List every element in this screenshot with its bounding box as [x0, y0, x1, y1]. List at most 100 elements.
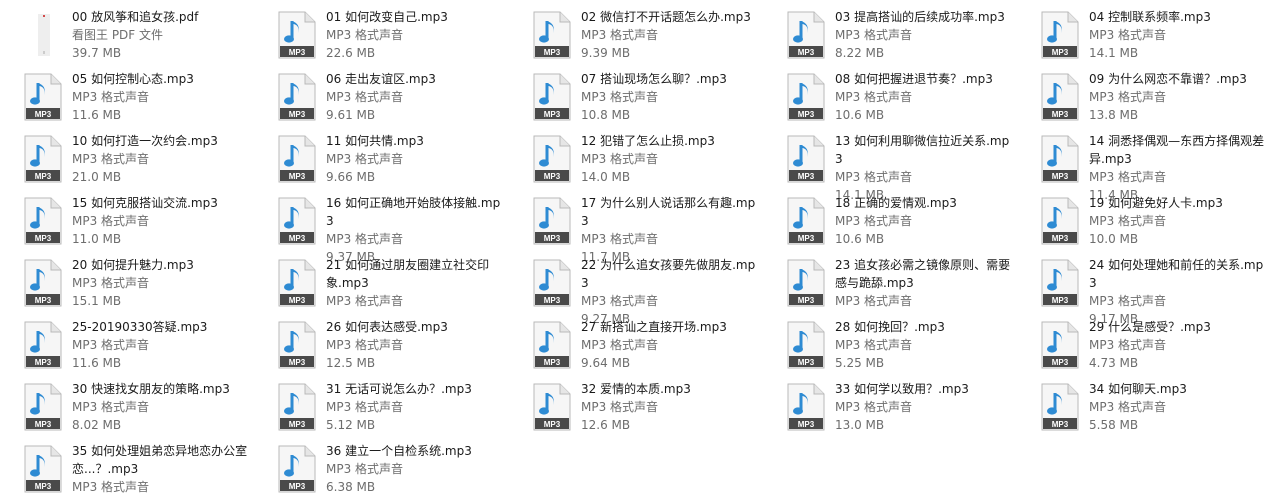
file-item[interactable]: MP3 17 为什么别人说话那么有趣.mp3 MP3 格式声音 11.7 MB [509, 194, 759, 264]
file-item[interactable]: MP3 24 如何处理她和前任的关系.mp3 MP3 格式声音 9.17 MB [1017, 256, 1267, 326]
file-type: MP3 格式声音 [326, 90, 404, 104]
file-meta: 32 爱情的本质.mp3 MP3 格式声音 12.6 MB [581, 380, 757, 434]
file-meta: 01 如何改变自己.mp3 MP3 格式声音 22.6 MB [326, 8, 502, 62]
mp3-file-icon: MP3 [787, 259, 825, 307]
file-item[interactable]: MP3 32 爱情的本质.mp3 MP3 格式声音 12.6 MB [509, 380, 759, 438]
file-size: 5.12 MB [326, 418, 376, 432]
file-meta: 09 为什么网恋不靠谱？.mp3 MP3 格式声音 13.8 MB [1089, 70, 1265, 124]
file-type: MP3 格式声音 [326, 28, 404, 42]
mp3-file-icon: MP3 [1041, 321, 1079, 369]
mp3-file-icon: MP3 [278, 135, 316, 183]
file-meta: 23 追女孩必需之镜像原则、需要感与跪舔.mp3 MP3 格式声音 [835, 256, 1011, 310]
file-size: 4.73 MB [1089, 356, 1139, 370]
file-type: MP3 格式声音 [581, 294, 659, 308]
file-size: 10.6 MB [835, 108, 885, 122]
file-item[interactable]: MP3 22 为什么追女孩要先做朋友.mp3 MP3 格式声音 9.27 MB [509, 256, 759, 326]
file-item[interactable]: MP3 05 如何控制心态.mp3 MP3 格式声音 11.6 MB [0, 70, 250, 128]
file-item[interactable]: MP3 34 如何聊天.mp3 MP3 格式声音 5.58 MB [1017, 380, 1267, 438]
svg-text:MP3: MP3 [35, 234, 52, 243]
file-size: 21.0 MB [72, 170, 122, 184]
file-item[interactable]: MP3 13 如何利用聊微信拉近关系.mp3 MP3 格式声音 14.1 MB [763, 132, 1013, 202]
file-type: MP3 格式声音 [1089, 338, 1167, 352]
file-item[interactable]: MP3 16 如何正确地开始肢体接触.mp3 MP3 格式声音 9.37 MB [254, 194, 504, 264]
file-item[interactable]: MP3 02 微信打不开话题怎么办.mp3 MP3 格式声音 9.39 MB [509, 8, 759, 66]
file-item[interactable]: MP3 29 什么是感受？.mp3 MP3 格式声音 4.73 MB [1017, 318, 1267, 376]
svg-text:MP3: MP3 [289, 172, 306, 181]
svg-text:MP3: MP3 [289, 482, 306, 491]
file-name: 36 建立一个自检系统.mp3 [326, 444, 472, 458]
file-item[interactable]: MP3 26 如何表达感受.mp3 MP3 格式声音 12.5 MB [254, 318, 504, 376]
mp3-file-icon: MP3 [278, 73, 316, 121]
file-item[interactable]: MP3 28 如何挽回？.mp3 MP3 格式声音 5.25 MB [763, 318, 1013, 376]
file-size: 11.0 MB [72, 232, 122, 246]
mp3-file-icon: MP3 [278, 197, 316, 245]
file-item[interactable]: 00 放风筝和追女孩.pdf 看图王 PDF 文件 39.7 MB [0, 8, 250, 66]
file-meta: 10 如何打造一次约会.mp3 MP3 格式声音 21.0 MB [72, 132, 248, 186]
svg-text:MP3: MP3 [544, 172, 561, 181]
file-meta: 34 如何聊天.mp3 MP3 格式声音 5.58 MB [1089, 380, 1265, 434]
file-meta: 02 微信打不开话题怎么办.mp3 MP3 格式声音 9.39 MB [581, 8, 757, 62]
file-name: 10 如何打造一次约会.mp3 [72, 134, 218, 148]
file-item[interactable]: MP3 08 如何把握进退节奏？.mp3 MP3 格式声音 10.6 MB [763, 70, 1013, 128]
file-item[interactable]: MP3 03 提高搭讪的后续成功率.mp3 MP3 格式声音 8.22 MB [763, 8, 1013, 66]
mp3-file-icon: MP3 [1041, 135, 1079, 183]
svg-text:MP3: MP3 [289, 358, 306, 367]
svg-text:MP3: MP3 [1052, 172, 1069, 181]
svg-text:MP3: MP3 [289, 234, 306, 243]
file-type: MP3 格式声音 [835, 170, 913, 184]
file-size: 5.25 MB [835, 356, 885, 370]
mp3-file-icon: MP3 [1041, 383, 1079, 431]
file-item[interactable]: MP3 15 如何克服搭讪交流.mp3 MP3 格式声音 11.0 MB [0, 194, 250, 252]
file-type: MP3 格式声音 [72, 400, 150, 414]
file-item[interactable]: MP3 31 无话可说怎么办？.mp3 MP3 格式声音 5.12 MB [254, 380, 504, 438]
mp3-file-icon: MP3 [24, 135, 62, 183]
file-item[interactable]: MP3 11 如何共情.mp3 MP3 格式声音 9.66 MB [254, 132, 504, 190]
file-item[interactable]: MP3 35 如何处理姐弟恋异地恋办公室恋...？.mp3 MP3 格式声音 [0, 442, 250, 500]
file-item[interactable]: MP3 01 如何改变自己.mp3 MP3 格式声音 22.6 MB [254, 8, 504, 66]
svg-text:MP3: MP3 [1052, 48, 1069, 57]
file-meta: 36 建立一个自检系统.mp3 MP3 格式声音 6.38 MB [326, 442, 502, 496]
file-item[interactable]: MP3 06 走出友谊区.mp3 MP3 格式声音 9.61 MB [254, 70, 504, 128]
file-size: 8.02 MB [72, 418, 122, 432]
file-item[interactable]: MP3 21 如何通过朋友圈建立社交印象.mp3 MP3 格式声音 [254, 256, 504, 314]
file-size: 8.22 MB [835, 46, 885, 60]
file-item[interactable]: MP3 18 正确的爱情观.mp3 MP3 格式声音 10.6 MB [763, 194, 1013, 252]
file-type: MP3 格式声音 [1089, 28, 1167, 42]
svg-text:MP3: MP3 [798, 234, 815, 243]
file-item[interactable]: MP3 23 追女孩必需之镜像原则、需要感与跪舔.mp3 MP3 格式声音 [763, 256, 1013, 314]
file-item[interactable]: MP3 36 建立一个自检系统.mp3 MP3 格式声音 6.38 MB [254, 442, 504, 500]
file-meta: 29 什么是感受？.mp3 MP3 格式声音 4.73 MB [1089, 318, 1265, 372]
file-item[interactable]: MP3 12 犯错了怎么止损.mp3 MP3 格式声音 14.0 MB [509, 132, 759, 190]
file-item[interactable]: MP3 20 如何提升魅力.mp3 MP3 格式声音 15.1 MB [0, 256, 250, 314]
file-item[interactable]: MP3 04 控制联系频率.mp3 MP3 格式声音 14.1 MB [1017, 8, 1267, 66]
file-item[interactable]: MP3 10 如何打造一次约会.mp3 MP3 格式声音 21.0 MB [0, 132, 250, 190]
file-item[interactable]: MP3 33 如何学以致用？.mp3 MP3 格式声音 13.0 MB [763, 380, 1013, 438]
mp3-file-icon: MP3 [533, 383, 571, 431]
file-item[interactable]: MP3 27 新搭讪之直接开场.mp3 MP3 格式声音 9.64 MB [509, 318, 759, 376]
file-type: MP3 格式声音 [581, 232, 659, 246]
mp3-file-icon: MP3 [1041, 197, 1079, 245]
file-item[interactable]: MP3 09 为什么网恋不靠谱？.mp3 MP3 格式声音 13.8 MB [1017, 70, 1267, 128]
file-item[interactable]: MP3 19 如何避免好人卡.mp3 MP3 格式声音 10.0 MB [1017, 194, 1267, 252]
file-type: MP3 格式声音 [581, 28, 659, 42]
mp3-file-icon: MP3 [533, 259, 571, 307]
file-item[interactable]: MP3 07 搭讪现场怎么聊？.mp3 MP3 格式声音 10.8 MB [509, 70, 759, 128]
file-meta: 19 如何避免好人卡.mp3 MP3 格式声音 10.0 MB [1089, 194, 1265, 248]
file-name: 04 控制联系频率.mp3 [1089, 10, 1211, 24]
file-type: MP3 格式声音 [326, 400, 404, 414]
file-meta: 28 如何挽回？.mp3 MP3 格式声音 5.25 MB [835, 318, 1011, 372]
svg-text:MP3: MP3 [35, 110, 52, 119]
file-meta: 26 如何表达感受.mp3 MP3 格式声音 12.5 MB [326, 318, 502, 372]
file-meta: 21 如何通过朋友圈建立社交印象.mp3 MP3 格式声音 [326, 256, 502, 310]
mp3-file-icon: MP3 [278, 11, 316, 59]
file-size: 9.61 MB [326, 108, 376, 122]
file-meta: 30 快速找女朋友的策略.mp3 MP3 格式声音 8.02 MB [72, 380, 248, 434]
file-item[interactable]: MP3 30 快速找女朋友的策略.mp3 MP3 格式声音 8.02 MB [0, 380, 250, 438]
mp3-file-icon: MP3 [787, 383, 825, 431]
mp3-file-icon: MP3 [278, 383, 316, 431]
file-item[interactable]: MP3 25-20190330答疑.mp3 MP3 格式声音 11.6 MB [0, 318, 250, 376]
svg-text:MP3: MP3 [1052, 420, 1069, 429]
svg-text:MP3: MP3 [798, 110, 815, 119]
file-item[interactable]: MP3 14 洞悉择偶观—东西方择偶观差异.mp3 MP3 格式声音 11.4 MB [1017, 132, 1267, 202]
file-size: 22.6 MB [326, 46, 376, 60]
